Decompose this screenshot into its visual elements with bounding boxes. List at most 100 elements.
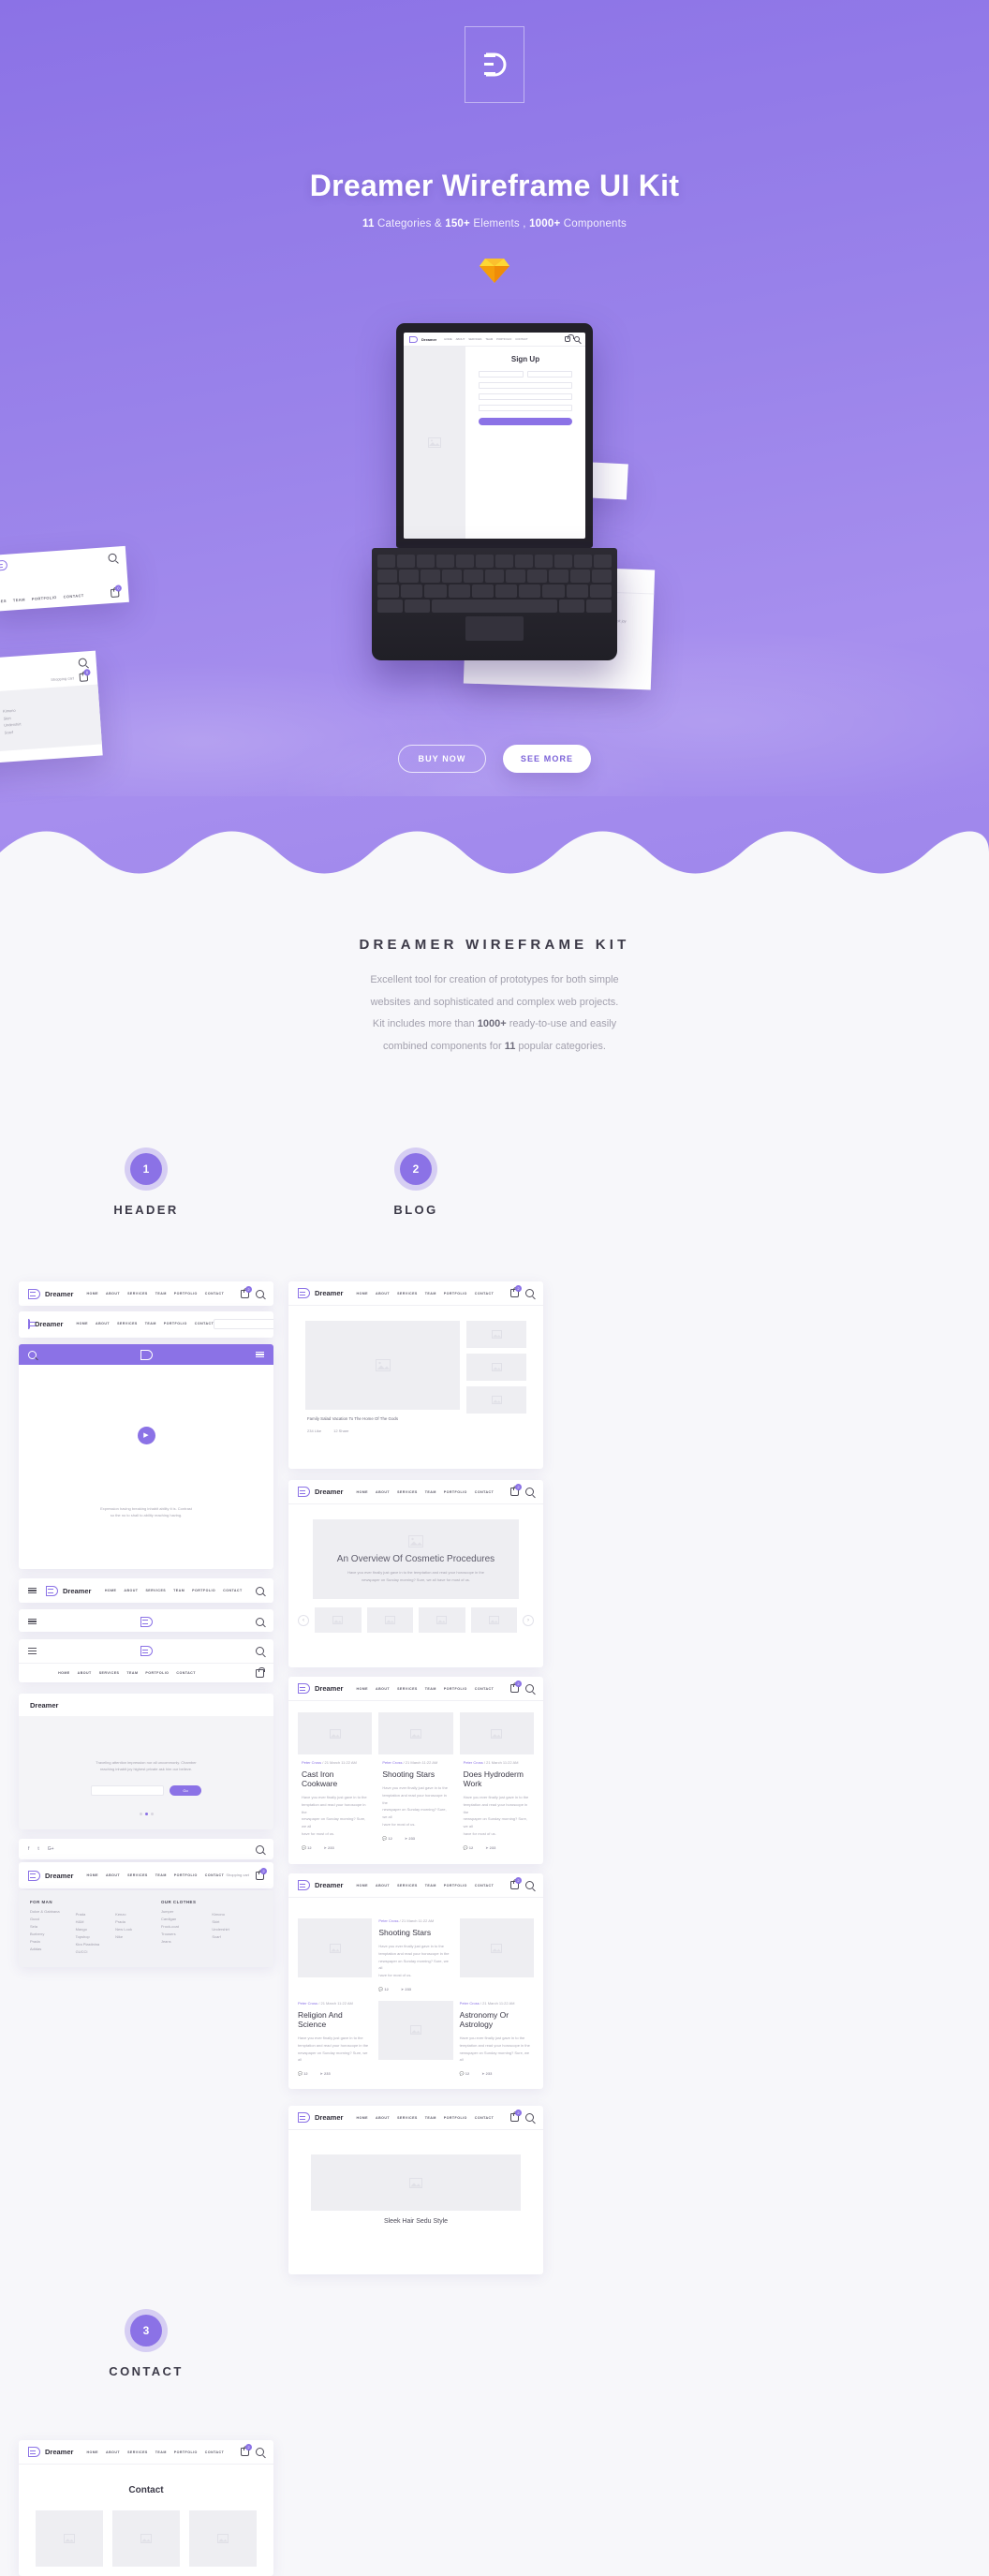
chevron-left-icon[interactable]: ‹ <box>298 1614 309 1626</box>
nav-link-about[interactable]: ABOUT <box>96 1322 110 1325</box>
footer-link[interactable]: Trousers <box>161 1931 196 1938</box>
footer-link[interactable]: Mango <box>76 1926 100 1933</box>
nav-link-team[interactable]: TEAM <box>173 1589 185 1592</box>
nav-link-team[interactable]: TEAM <box>425 1292 436 1295</box>
post-title[interactable]: Shooting Stars <box>382 1769 449 1779</box>
search-icon[interactable] <box>256 1844 264 1854</box>
image-placeholder[interactable] <box>315 1607 362 1633</box>
carousel-dots[interactable] <box>51 1813 242 1816</box>
nav-link-contact[interactable]: CONTACT <box>475 1884 494 1888</box>
nav-link-home[interactable]: HOME <box>86 2450 98 2454</box>
footer-link[interactable]: Topshop <box>76 1933 100 1941</box>
share-icon[interactable]: ➤ 233 <box>320 2071 331 2076</box>
blog-card[interactable]: Peter Cross / 21 March 11:22 AM Religion… <box>298 2001 372 2076</box>
nav-link-portfolio[interactable]: PORTFOLIO <box>174 1873 198 1877</box>
nav-link-contact[interactable]: CONTACT <box>475 1292 494 1295</box>
nav-link-services[interactable]: SERVICES <box>145 1589 166 1592</box>
nav-link-services[interactable]: SERVICES <box>397 1884 418 1888</box>
nav-link-home[interactable]: HOME <box>86 1873 98 1877</box>
see-more-button[interactable]: SEE MORE <box>503 745 591 773</box>
search-icon[interactable] <box>525 1684 534 1693</box>
footer-link[interactable]: Dolce & Gabbana <box>30 1908 60 1916</box>
search-icon[interactable] <box>28 1350 37 1359</box>
nav-link[interactable]: HOME <box>444 337 451 341</box>
nav-link-team[interactable]: TEAM <box>425 1687 436 1691</box>
nav-link-team[interactable]: TEAM <box>145 1322 156 1325</box>
nav-link-team[interactable]: TEAM <box>155 2450 167 2454</box>
nav-link-about[interactable]: ABOUT <box>376 1490 390 1494</box>
nav-link-services[interactable]: SERVICES <box>99 1671 120 1675</box>
search-icon[interactable] <box>255 1586 264 1595</box>
nav-link-about[interactable]: ABOUT <box>376 1884 390 1888</box>
first-name-field[interactable] <box>478 371 524 378</box>
nav-link-contact[interactable]: CONTACT <box>475 2116 494 2120</box>
nav-link-home[interactable]: HOME <box>356 2116 368 2120</box>
search-icon[interactable] <box>574 336 580 342</box>
footer-link[interactable]: Burberry <box>30 1931 60 1938</box>
footer-link[interactable]: Jeans <box>161 1938 196 1946</box>
nav-link-portfolio[interactable]: PORTFOLIO <box>444 2116 467 2120</box>
nav-link-contact[interactable]: CONTACT <box>195 1322 214 1325</box>
tablet-keyboard[interactable] <box>372 548 617 660</box>
nav-link-home[interactable]: HOME <box>86 1292 98 1295</box>
nav-link-home[interactable]: HOME <box>356 1292 368 1295</box>
footer-link[interactable]: Cardigan <box>161 1916 196 1923</box>
confirm-field[interactable] <box>478 405 572 411</box>
search-icon[interactable] <box>256 1289 264 1298</box>
shopping-bag-icon[interactable] <box>565 334 574 342</box>
footer-link[interactable]: Kira Plastinina <box>76 1941 100 1948</box>
nav-link-home[interactable]: HOME <box>76 1322 88 1325</box>
post-author[interactable]: Peter Cross <box>382 1760 402 1765</box>
post-author[interactable]: Peter Cross <box>460 2001 480 2006</box>
signup-submit-button[interactable] <box>478 418 572 425</box>
post-title[interactable]: Religion And Science <box>298 2010 372 2029</box>
nav-link-portfolio[interactable]: PORTFOLIO <box>444 1292 467 1295</box>
search-icon[interactable] <box>256 1647 264 1655</box>
footer-link[interactable]: Nike <box>115 1933 132 1941</box>
nav-link-portfolio[interactable]: PORTFOLIO <box>174 2450 198 2454</box>
share-icon[interactable]: ➤ 233 <box>481 2071 492 2076</box>
nav-link-home[interactable]: HOME <box>356 1884 368 1888</box>
image-placeholder[interactable] <box>366 1607 413 1633</box>
nav-link-about[interactable]: ABOUT <box>124 1589 138 1592</box>
comment-icon[interactable]: 💬 12 <box>382 1836 392 1841</box>
comment-icon[interactable]: 💬 12 <box>378 1987 389 1991</box>
nav-link-team[interactable]: TEAM <box>425 1490 436 1494</box>
post-author[interactable]: Peter Cross <box>302 1760 321 1765</box>
footer-link[interactable]: Kenzo <box>115 1911 132 1918</box>
share-icon[interactable]: ➤ 233 <box>324 1845 334 1850</box>
share-icon[interactable]: ➤ 233 <box>485 1845 495 1850</box>
nav-link-team[interactable]: TEAM <box>155 1873 167 1877</box>
comment-icon[interactable]: 💬 12 <box>460 2071 470 2076</box>
nav-link-services[interactable]: SERVICES <box>127 1873 148 1877</box>
share-icon[interactable]: ➤ 233 <box>401 1987 411 1991</box>
last-post-title[interactable]: Sleek Hair Sedu Style <box>311 2218 521 2225</box>
footer-link[interactable]: Jumper <box>161 1908 196 1916</box>
nav-link-home[interactable]: HOME <box>105 1589 117 1592</box>
nav-link-portfolio[interactable]: PORTFOLIO <box>192 1589 215 1592</box>
blog-card[interactable]: Peter Cross / 21 March 11:22 AM Shooting… <box>378 1712 453 1850</box>
image-placeholder[interactable] <box>470 1607 517 1633</box>
play-icon[interactable]: ▶ <box>137 1426 155 1444</box>
search-icon[interactable] <box>525 1289 534 1297</box>
post-title[interactable]: Does Hydroderm Work <box>464 1769 530 1788</box>
nav-link-contact[interactable]: CONTACT <box>205 2450 224 2454</box>
nav-link-contact[interactable]: CONTACT <box>205 1292 224 1295</box>
nav-link-about[interactable]: ABOUT <box>106 1873 120 1877</box>
footer-link[interactable]: Kimono <box>212 1911 229 1918</box>
clothes-item[interactable]: Scarf <box>4 728 22 736</box>
nav-link-services[interactable]: SERVICES <box>397 1490 418 1494</box>
google-plus-icon[interactable]: G+ <box>48 1846 54 1852</box>
footer-link[interactable]: Skirt <box>212 1918 229 1926</box>
nav-link-about[interactable]: ABOUT <box>106 1292 120 1295</box>
nav-link-portfolio[interactable]: PORTFOLIO <box>444 1884 467 1888</box>
dot-active[interactable] <box>144 1813 148 1816</box>
nav-link-contact[interactable]: CONTACT <box>205 1873 224 1877</box>
footer-link[interactable]: Prada <box>76 1911 100 1918</box>
facebook-icon[interactable]: f <box>28 1846 29 1852</box>
post-author[interactable]: Peter Cross <box>298 2001 317 2006</box>
nav-link-portfolio[interactable]: PORTFOLIO <box>145 1671 169 1675</box>
comment-icon[interactable]: 💬 12 <box>464 1845 474 1850</box>
email-input[interactable] <box>91 1785 164 1797</box>
post-title[interactable]: Astronomy Or Astrology <box>460 2010 534 2029</box>
